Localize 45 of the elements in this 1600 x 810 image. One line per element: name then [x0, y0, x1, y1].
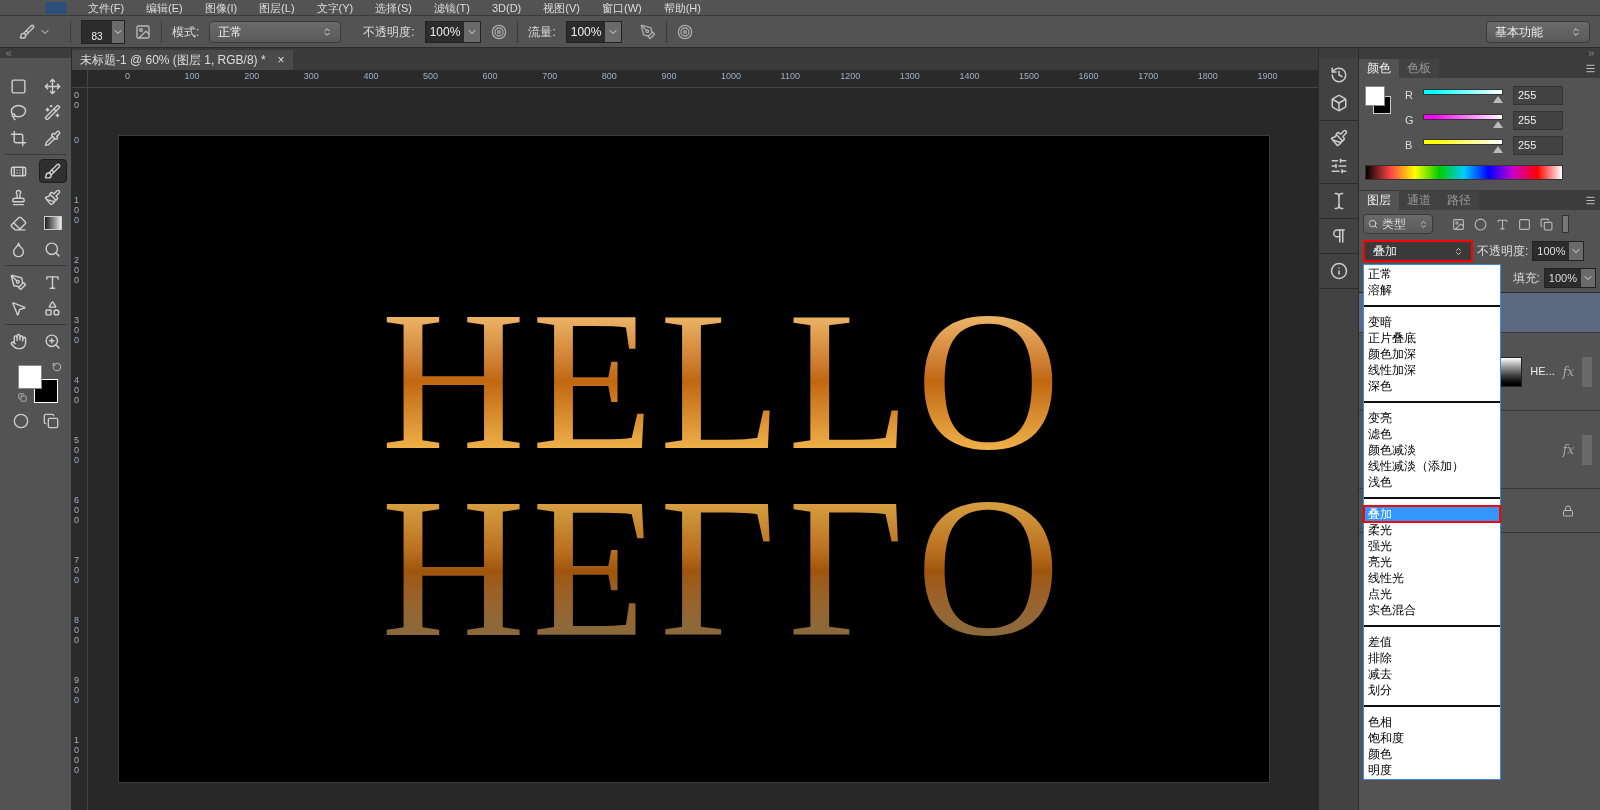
ruler-label: 200	[74, 255, 80, 285]
ruler-label: 600	[482, 71, 498, 81]
ruler-label: 400	[74, 375, 80, 405]
ruler-label: 400	[363, 71, 379, 81]
mode-label: 模式:	[172, 23, 200, 41]
effects-label: fx	[1562, 363, 1574, 381]
ruler-label: 1000	[721, 71, 742, 81]
ruler-label: 1400	[959, 71, 980, 81]
brush-size: 83	[90, 29, 104, 42]
ruler-label: 1500	[1019, 71, 1040, 81]
ruler-label: 500	[74, 435, 80, 465]
ruler-label: 0	[125, 71, 130, 81]
ruler-label: 800	[74, 615, 80, 645]
ruler-label: 300	[303, 71, 319, 81]
ruler-label: 300	[74, 315, 80, 345]
ruler-label: 1800	[1197, 71, 1218, 81]
ruler-label: 1900	[1257, 71, 1278, 81]
ruler-label: 100	[74, 195, 80, 225]
ruler-label: 1000	[74, 735, 80, 775]
effects-label: fx	[1562, 441, 1574, 459]
ruler-label: 200	[244, 71, 260, 81]
flow-label: 流量:	[528, 23, 556, 41]
ruler-label: 900	[74, 675, 80, 705]
ruler-label: 700	[74, 555, 80, 585]
channel-label: B	[1405, 138, 1413, 154]
ruler-label: 100	[184, 71, 200, 81]
ruler-label: 500	[423, 71, 439, 81]
ruler-label: 1700	[1138, 71, 1159, 81]
document-title: 未标题-1 @ 60% (图层 1, RGB/8) *	[80, 52, 266, 69]
ruler-label: 00	[74, 90, 80, 110]
ruler-label: 900	[661, 71, 677, 81]
channel-label: R	[1405, 88, 1413, 104]
fill-label: 填充:	[1512, 270, 1540, 287]
channel-label: G	[1405, 113, 1413, 129]
layer-name: HE...	[1530, 364, 1555, 380]
ruler-label: 1200	[840, 71, 861, 81]
ruler-label: 700	[542, 71, 558, 81]
ruler-label: 1600	[1078, 71, 1099, 81]
ruler-label: 800	[601, 71, 617, 81]
opacity-label: 不透明度:	[1477, 243, 1529, 260]
ruler-label: 1100	[780, 71, 800, 81]
ruler-label: 1300	[899, 71, 920, 81]
opacity-label: 不透明度:	[363, 23, 415, 41]
ruler-label: 0	[74, 135, 80, 145]
ruler-label: 600	[74, 495, 80, 525]
